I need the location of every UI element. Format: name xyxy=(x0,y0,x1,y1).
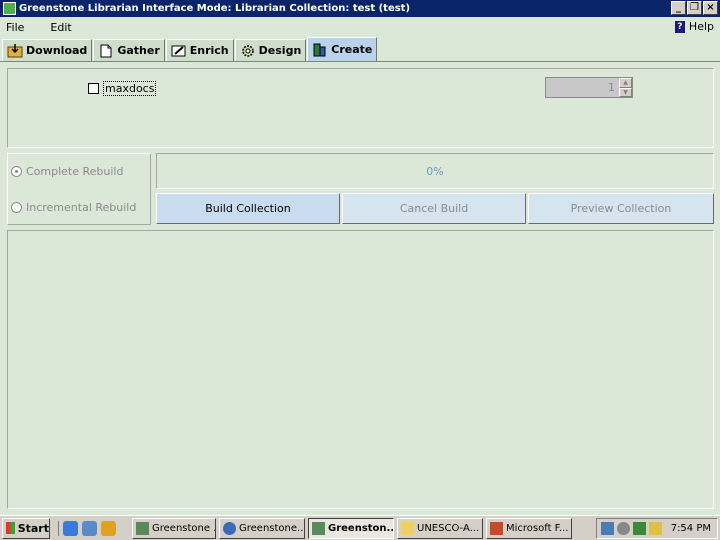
minimize-button[interactable]: _ xyxy=(671,1,686,15)
spinner-up-arrow-icon[interactable]: ▲ xyxy=(619,78,632,88)
maxdocs-spinner[interactable]: 1 ▲ ▼ xyxy=(545,77,633,98)
tab-design[interactable]: Design xyxy=(234,39,307,61)
task-label: Microsoft F... xyxy=(506,522,569,534)
greenstone-icon xyxy=(136,521,149,535)
maxdocs-checkbox[interactable] xyxy=(88,83,99,94)
complete-rebuild-option[interactable]: Complete Rebuild xyxy=(11,165,123,178)
menu-help-label: Help xyxy=(688,20,714,33)
antivirus-icon[interactable] xyxy=(633,522,646,535)
window-title: Greenstone Librarian Interface Mode: Lib… xyxy=(19,3,411,14)
title-bar: Greenstone Librarian Interface Mode: Lib… xyxy=(0,0,720,17)
tab-gather[interactable]: Gather xyxy=(93,39,165,61)
enrich-icon xyxy=(171,44,187,58)
greenstone-app-icon xyxy=(3,2,16,15)
taskbar-task-2[interactable]: Greenstone... xyxy=(219,517,305,539)
tab-bar: Download Gather Enrich Design Create xyxy=(0,37,720,62)
task-label: UNESCO-A... xyxy=(417,522,480,534)
build-log-area[interactable] xyxy=(7,230,714,509)
build-mode-panel: Complete Rebuild Incremental Rebuild xyxy=(7,153,151,225)
browser-icon[interactable] xyxy=(101,520,116,536)
design-icon xyxy=(240,44,256,58)
restore-button[interactable]: ❐ xyxy=(687,1,702,15)
tab-gather-label: Gather xyxy=(117,44,160,57)
internet-explorer-icon[interactable] xyxy=(63,520,78,536)
menu-file[interactable]: File xyxy=(0,21,30,34)
tab-enrich-label: Enrich xyxy=(189,44,229,57)
incremental-rebuild-option[interactable]: Incremental Rebuild xyxy=(11,201,136,214)
preview-collection-button[interactable]: Preview Collection xyxy=(528,193,714,224)
taskbar-task-3[interactable]: Greenston... xyxy=(308,517,394,539)
microsoft-app-icon xyxy=(490,521,503,535)
maxdocs-option: maxdocs xyxy=(88,81,157,96)
complete-rebuild-label: Complete Rebuild xyxy=(26,165,124,178)
taskbar-task-1[interactable]: Greenstone ... xyxy=(132,517,216,539)
menu-edit[interactable]: Edit xyxy=(44,21,77,34)
spinner-down-arrow-icon[interactable]: ▼ xyxy=(619,87,632,97)
gather-icon xyxy=(98,44,114,58)
window-controls: _ ❐ × xyxy=(671,1,718,15)
build-progress-bar: 0% xyxy=(156,153,714,189)
start-button[interactable]: Start xyxy=(2,517,50,539)
menu-bar: File Edit ? Help xyxy=(0,17,720,38)
start-label: Start xyxy=(17,521,49,535)
windows-logo-icon xyxy=(6,522,15,534)
incremental-rebuild-label: Incremental Rebuild xyxy=(26,201,137,214)
task-label: Greenstone... xyxy=(239,522,305,534)
help-icon: ? xyxy=(674,20,685,33)
progress-percent: 0% xyxy=(426,165,444,178)
tab-create-label: Create xyxy=(331,43,373,56)
taskbar-task-5[interactable]: Microsoft F... xyxy=(486,517,572,539)
task-label: Greenston... xyxy=(328,522,394,534)
quick-launch xyxy=(58,520,116,536)
tab-enrich[interactable]: Enrich xyxy=(165,39,234,61)
network-icon[interactable] xyxy=(601,522,614,535)
spinner-arrows: ▲ ▼ xyxy=(619,78,632,97)
incremental-rebuild-radio[interactable] xyxy=(11,202,22,213)
maxdocs-label: maxdocs xyxy=(103,81,157,96)
alert-icon[interactable] xyxy=(649,522,662,535)
volume-icon[interactable] xyxy=(617,522,630,535)
tab-download[interactable]: Download xyxy=(2,39,93,61)
outlook-icon[interactable] xyxy=(82,520,97,536)
menu-help[interactable]: ? Help xyxy=(674,20,714,33)
cancel-build-button[interactable]: Cancel Build xyxy=(342,193,526,224)
build-collection-button[interactable]: Build Collection xyxy=(156,193,340,224)
close-button[interactable]: × xyxy=(703,1,718,15)
tab-create[interactable]: Create xyxy=(307,37,378,61)
download-icon xyxy=(7,43,23,58)
taskbar-clock[interactable]: 7:54 PM xyxy=(671,523,717,534)
greenstone-icon xyxy=(312,521,325,535)
taskbar-task-4[interactable]: UNESCO-A... xyxy=(397,517,483,539)
maxdocs-value: 1 xyxy=(608,81,615,94)
complete-rebuild-radio[interactable] xyxy=(11,166,22,177)
build-options-panel: maxdocs 1 ▲ ▼ xyxy=(7,68,714,148)
windows-taskbar: Start Greenstone ... Greenstone... Green… xyxy=(0,515,720,540)
tab-download-label: Download xyxy=(26,44,88,57)
system-tray: 7:54 PM xyxy=(596,518,718,539)
folder-icon xyxy=(401,521,414,535)
globe-icon xyxy=(223,521,236,535)
task-label: Greenstone ... xyxy=(152,522,216,534)
create-icon xyxy=(312,43,328,57)
tab-design-label: Design xyxy=(258,44,302,57)
